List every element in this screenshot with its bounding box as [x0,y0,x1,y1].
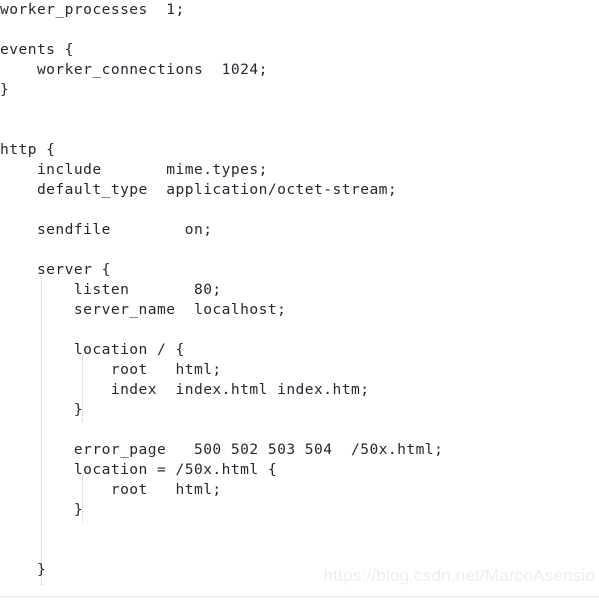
code-block: worker_processes 1; events { worker_conn… [0,0,599,597]
nginx-config-source[interactable]: worker_processes 1; events { worker_conn… [0,0,443,596]
blog-watermark: https://blog.csdn.net/MarcoAsensio [323,566,595,585]
